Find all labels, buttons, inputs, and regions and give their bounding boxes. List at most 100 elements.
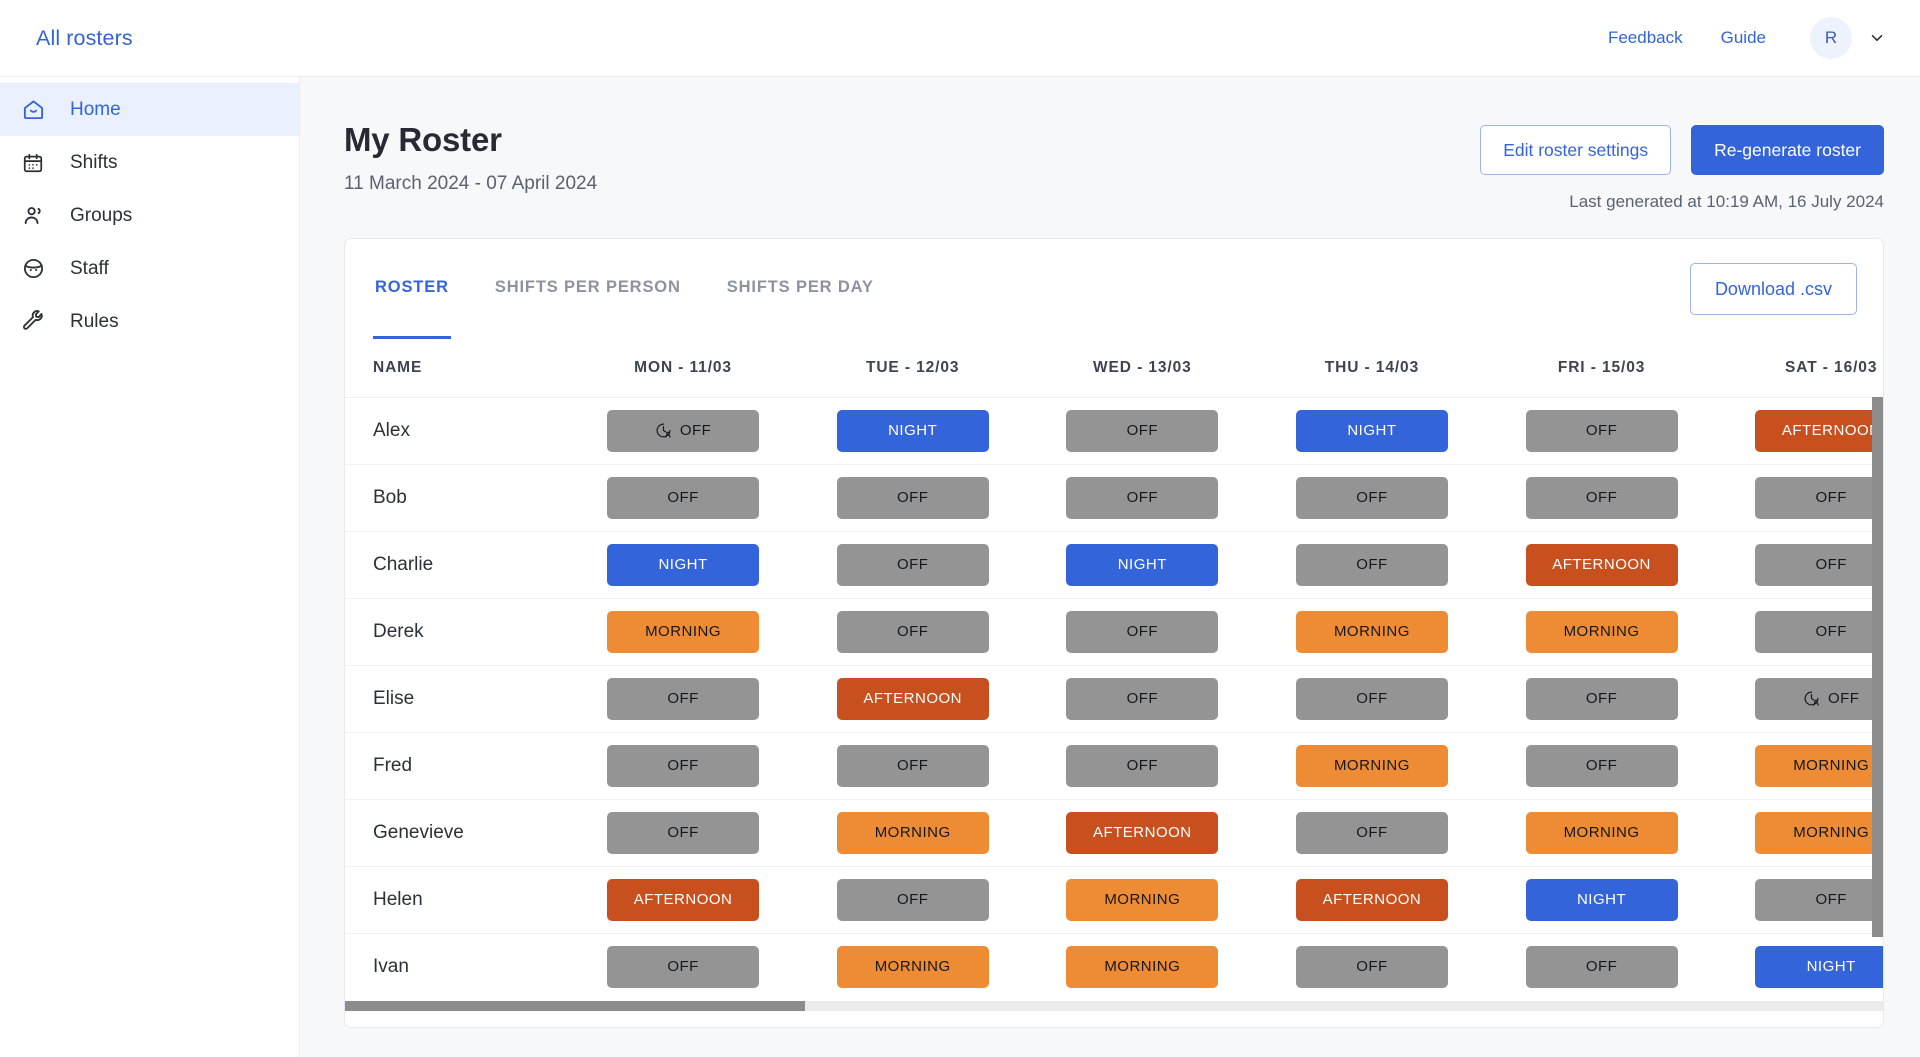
shift-badge-morning[interactable]: MORNING (1525, 811, 1678, 854)
staff-name-cell: Fred (345, 732, 569, 800)
shift-badge-off[interactable]: OFF (1066, 744, 1219, 787)
shift-badge-label: OFF (667, 757, 699, 774)
download-csv-button[interactable]: Download .csv (1689, 263, 1857, 315)
shift-badge-off[interactable]: OFF (1295, 677, 1448, 720)
table-row: BobOFFOFFOFFOFFOFFOFFMORNINGOFFOFF (345, 464, 1883, 532)
shift-badge-off[interactable]: OFF (836, 543, 989, 586)
horizontal-scrollbar[interactable] (345, 1001, 1883, 1011)
shift-badge-off[interactable]: OFF (1755, 543, 1883, 586)
shift-badge-off[interactable]: OFF (1755, 677, 1883, 720)
shift-badge-label: OFF (667, 824, 699, 841)
shift-badge-off[interactable]: OFF (1755, 878, 1883, 921)
shift-cell: AFTERNOON (568, 866, 798, 934)
shift-badge-off[interactable]: OFF (1525, 677, 1678, 720)
shift-badge-label: NIGHT (1806, 958, 1856, 976)
regenerate-roster-button[interactable]: Re-generate roster (1691, 125, 1884, 175)
feedback-link[interactable]: Feedback (1608, 28, 1683, 48)
shift-badge-morning[interactable]: MORNING (1295, 744, 1448, 787)
shift-cell: AFTERNOON (1716, 397, 1883, 465)
shift-badge-morning[interactable]: MORNING (1525, 610, 1678, 653)
table-header-row: NAME MON - 11/03 TUE - 12/03 WED - 13/03 THU… (345, 339, 1883, 398)
shift-badge-afternoon[interactable]: AFTERNOON (607, 878, 760, 921)
sidebar-item-rules[interactable]: Rules (0, 295, 299, 348)
account-menu[interactable]: R (1810, 17, 1886, 59)
shift-badge-off[interactable]: OFF (1066, 409, 1219, 452)
all-rosters-link[interactable]: All rosters (36, 26, 133, 51)
shift-cell: OFF (1257, 531, 1487, 599)
shift-badge-off[interactable]: OFF (1525, 476, 1678, 519)
shift-badge-morning[interactable]: MORNING (1755, 744, 1883, 787)
shift-badge-night[interactable]: NIGHT (607, 543, 760, 586)
shift-cell: OFF (568, 732, 798, 800)
shift-badge-night[interactable]: NIGHT (1755, 945, 1883, 988)
shift-cell: MORNING (1716, 799, 1883, 867)
shift-badge-off[interactable]: OFF (607, 476, 760, 519)
sidebar-item-shifts[interactable]: Shifts (0, 136, 299, 189)
shift-badge-off[interactable]: OFF (836, 878, 989, 921)
tab-shifts-per-day[interactable]: SHIFTS PER DAY (725, 239, 876, 339)
shift-badge-afternoon[interactable]: AFTERNOON (836, 677, 989, 720)
shift-badge-off[interactable]: OFF (836, 610, 989, 653)
sidebar-item-groups[interactable]: Groups (0, 189, 299, 242)
shift-badge-off[interactable]: OFF (1295, 811, 1448, 854)
sidebar-item-home[interactable]: Home (0, 83, 299, 136)
shift-badge-morning[interactable]: MORNING (607, 610, 760, 653)
shift-badge-label: AFTERNOON (1092, 824, 1192, 841)
shift-badge-off[interactable]: OFF (607, 811, 760, 854)
shift-badge-morning[interactable]: MORNING (836, 945, 989, 988)
roster-table: NAME MON - 11/03 TUE - 12/03 WED - 13/03 THU… (345, 339, 1883, 1000)
shift-badge-off[interactable]: OFF (1066, 476, 1219, 519)
shift-cell: NIGHT (1486, 866, 1717, 934)
edit-roster-settings-button[interactable]: Edit roster settings (1480, 125, 1672, 175)
guide-link[interactable]: Guide (1721, 28, 1766, 48)
shift-badge-morning[interactable]: MORNING (836, 811, 989, 854)
shift-badge-off[interactable]: OFF (1525, 409, 1678, 452)
shift-badge-night[interactable]: NIGHT (1295, 409, 1448, 452)
shift-badge-off[interactable]: OFF (607, 945, 760, 988)
shift-badge-afternoon[interactable]: AFTERNOON (1295, 878, 1448, 921)
vertical-scrollbar-thumb[interactable] (1872, 397, 1883, 937)
shift-badge-off[interactable]: OFF (1525, 744, 1678, 787)
shift-badge-label: OFF (896, 489, 929, 506)
vertical-scrollbar[interactable] (1872, 339, 1883, 1011)
shift-cell: OFF (1716, 598, 1883, 666)
shift-badge-afternoon[interactable]: AFTERNOON (1755, 409, 1883, 452)
shift-badge-off[interactable]: OFF (1295, 476, 1448, 519)
shift-badge-off[interactable]: OFF (1066, 677, 1219, 720)
roster-table-head: NAME MON - 11/03 TUE - 12/03 WED - 13/03 THU… (345, 339, 1883, 398)
shift-badge-morning[interactable]: MORNING (1755, 811, 1883, 854)
shift-badge-night[interactable]: NIGHT (1525, 878, 1678, 921)
shift-badge-morning[interactable]: MORNING (1066, 878, 1219, 921)
shift-badge-off[interactable]: OFF (1525, 945, 1678, 988)
shift-badge-afternoon[interactable]: AFTERNOON (1066, 811, 1219, 854)
tab-shifts-per-person[interactable]: SHIFTS PER PERSON (493, 239, 683, 339)
shift-badge-night[interactable]: NIGHT (836, 409, 989, 452)
shift-badge-off[interactable]: OFF (1755, 610, 1883, 653)
sidebar-item-staff[interactable]: Staff (0, 242, 299, 295)
shift-badge-off[interactable]: OFF (836, 744, 989, 787)
shift-badge-off[interactable]: OFF (1295, 543, 1448, 586)
shift-badge-off[interactable]: OFF (836, 476, 989, 519)
shift-badge-label: AFTERNOON (633, 891, 733, 908)
shift-badge-label: MORNING (1563, 623, 1640, 640)
shift-badge-off[interactable]: OFF (607, 744, 760, 787)
shift-badge-night[interactable]: NIGHT (1066, 543, 1219, 586)
shift-cell: OFF (797, 531, 1028, 599)
page-header-actions: Edit roster settings Re-generate roster … (1480, 121, 1884, 212)
shift-badge-morning[interactable]: MORNING (1295, 610, 1448, 653)
roster-table-scroll[interactable]: NAME MON - 11/03 TUE - 12/03 WED - 13/03 THU… (345, 339, 1883, 1011)
shift-badge-label: NIGHT (1117, 556, 1167, 573)
shift-badge-morning[interactable]: MORNING (1066, 945, 1219, 988)
shift-cell: OFF (1716, 866, 1883, 934)
shift-badge-off[interactable]: OFF (607, 409, 760, 452)
shift-badge-afternoon[interactable]: AFTERNOON (1525, 543, 1678, 586)
horizontal-scrollbar-thumb[interactable] (345, 1001, 805, 1011)
table-row: DerekMORNINGOFFOFFMORNINGMORNINGOFFOFFOF… (345, 598, 1883, 666)
sidebar-item-label: Shifts (70, 151, 118, 173)
shift-badge-off[interactable]: OFF (1755, 476, 1883, 519)
shift-badge-off[interactable]: OFF (607, 677, 760, 720)
shift-request-clock-icon (1803, 690, 1820, 707)
tab-roster[interactable]: ROSTER (373, 239, 451, 339)
shift-badge-off[interactable]: OFF (1066, 610, 1219, 653)
shift-badge-off[interactable]: OFF (1295, 945, 1448, 988)
